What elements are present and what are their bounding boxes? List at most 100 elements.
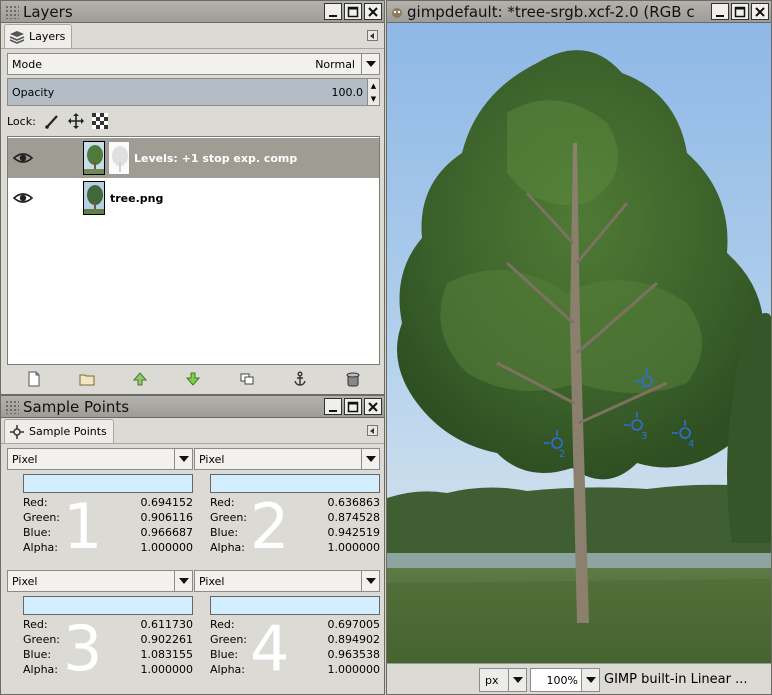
anchor-icon bbox=[294, 371, 306, 386]
eye-icon[interactable] bbox=[12, 187, 34, 209]
unit-select[interactable]: px bbox=[479, 668, 527, 692]
layer-row[interactable]: tree.png bbox=[8, 178, 379, 218]
red-value: 0.694152 bbox=[140, 496, 194, 509]
duplicate-layer-button[interactable] bbox=[238, 370, 256, 388]
chevron-down-icon[interactable] bbox=[581, 669, 599, 691]
sample-point-icon bbox=[10, 424, 24, 439]
alpha-value: 1.000000 bbox=[140, 663, 194, 676]
drag-grip-icon[interactable] bbox=[5, 399, 19, 414]
sample-points-window-title: Sample Points bbox=[23, 397, 130, 416]
sample-points-window: Sample Points Sample Points Pixel 1 Red:… bbox=[0, 395, 385, 695]
chevron-down-icon[interactable] bbox=[361, 571, 379, 591]
opacity-spinner[interactable]: Opacity 100.0 ▲ ▼ bbox=[7, 78, 380, 106]
pixel-mode-select[interactable]: Pixel bbox=[194, 570, 380, 592]
lock-alpha-checker-icon[interactable] bbox=[91, 113, 108, 129]
zoom-select[interactable]: 100% bbox=[530, 668, 600, 692]
trash-icon bbox=[346, 372, 360, 387]
tab-layers-label: Layers bbox=[29, 30, 66, 43]
alpha-label: Alpha: bbox=[23, 541, 58, 554]
pixel-mode-select[interactable]: Pixel bbox=[7, 448, 193, 470]
opacity-value: 100.0 bbox=[331, 85, 364, 99]
mode-select[interactable]: Mode Normal bbox=[7, 53, 380, 75]
tab-sample-points[interactable]: Sample Points bbox=[4, 419, 114, 443]
sample-points-tabbar: Sample Points bbox=[1, 418, 384, 444]
red-value: 0.636863 bbox=[327, 496, 381, 509]
new-layer-button[interactable] bbox=[25, 370, 43, 388]
tab-menu-button[interactable] bbox=[367, 425, 378, 436]
red-label: Red: bbox=[23, 618, 48, 631]
image-window: gimpdefault: *tree-srgb.xcf-2.0 (RGB c 1… bbox=[386, 0, 772, 695]
maximize-icon bbox=[347, 6, 359, 17]
pixel-mode-value: Pixel bbox=[199, 452, 225, 466]
spin-up-icon[interactable]: ▲ bbox=[368, 79, 379, 92]
tab-sample-points-label: Sample Points bbox=[29, 425, 107, 438]
layer-name: tree.png bbox=[110, 191, 164, 205]
lock-pixels-brush-icon[interactable] bbox=[44, 113, 60, 129]
sample-point-4: Pixel 4 Red: 0.697005 Green: 0.894902 Blue… bbox=[194, 570, 380, 686]
marker-label-2: 2 bbox=[559, 449, 565, 460]
chevron-down-icon[interactable] bbox=[361, 449, 379, 469]
green-value: 0.902261 bbox=[140, 633, 194, 646]
color-swatch[interactable] bbox=[210, 596, 380, 615]
anchor-layer-button[interactable] bbox=[291, 370, 309, 388]
pixel-mode-select[interactable]: Pixel bbox=[194, 448, 380, 470]
close-icon bbox=[368, 6, 378, 17]
minimize-icon bbox=[329, 14, 337, 17]
chevron-down-icon[interactable] bbox=[174, 449, 192, 469]
arrow-down-icon bbox=[186, 372, 201, 386]
layer-actions-bar bbox=[7, 367, 380, 391]
chevron-down-icon[interactable] bbox=[174, 571, 192, 591]
maximize-button[interactable] bbox=[731, 3, 749, 20]
layers-icon bbox=[9, 30, 25, 44]
minimize-button[interactable] bbox=[324, 3, 342, 20]
new-layer-group-button[interactable] bbox=[78, 370, 96, 388]
zoom-value: 100% bbox=[546, 673, 578, 687]
marker-label-1: 1 bbox=[640, 380, 646, 391]
maximize-button[interactable] bbox=[344, 398, 362, 415]
eye-icon[interactable] bbox=[12, 147, 34, 169]
minimize-button[interactable] bbox=[711, 3, 729, 20]
blue-label: Blue: bbox=[23, 648, 52, 661]
pixel-mode-value: Pixel bbox=[12, 574, 38, 588]
maximize-button[interactable] bbox=[344, 3, 362, 20]
spin-down-icon[interactable]: ▼ bbox=[368, 92, 379, 105]
close-icon bbox=[755, 6, 765, 17]
sample-points-titlebar[interactable]: Sample Points bbox=[1, 396, 384, 418]
delete-layer-button[interactable] bbox=[344, 370, 362, 388]
pixel-mode-select[interactable]: Pixel bbox=[7, 570, 193, 592]
tab-menu-button[interactable] bbox=[367, 30, 378, 41]
green-label: Green: bbox=[210, 633, 248, 646]
folder-icon bbox=[79, 374, 95, 386]
lock-position-move-icon[interactable] bbox=[67, 113, 84, 129]
raise-layer-button[interactable] bbox=[131, 370, 149, 388]
layer-thumbnail bbox=[83, 181, 105, 215]
opacity-label: Opacity bbox=[12, 85, 55, 99]
layer-thumbnail bbox=[83, 141, 105, 175]
layers-titlebar[interactable]: Layers bbox=[1, 1, 384, 23]
gimp-app-icon bbox=[392, 7, 402, 18]
drag-grip-icon[interactable] bbox=[5, 4, 19, 19]
close-button[interactable] bbox=[751, 3, 769, 20]
image-titlebar[interactable]: gimpdefault: *tree-srgb.xcf-2.0 (RGB c bbox=[387, 1, 771, 23]
unit-value: px bbox=[485, 673, 499, 687]
minimize-button[interactable] bbox=[324, 398, 342, 415]
layer-row[interactable]: Levels: +1 stop exp. comp bbox=[8, 138, 379, 178]
tab-layers[interactable]: Layers bbox=[4, 24, 73, 48]
chevron-down-icon[interactable] bbox=[508, 669, 526, 691]
close-button[interactable] bbox=[364, 398, 382, 415]
color-swatch[interactable] bbox=[23, 596, 193, 615]
minimize-icon bbox=[329, 409, 337, 412]
red-label: Red: bbox=[210, 496, 235, 509]
color-swatch[interactable] bbox=[23, 474, 193, 493]
close-button[interactable] bbox=[364, 3, 382, 20]
lower-layer-button[interactable] bbox=[184, 370, 202, 388]
green-label: Green: bbox=[23, 511, 61, 524]
alpha-value: 1.000000 bbox=[327, 663, 381, 676]
image-canvas[interactable]: 1 2 3 4 bbox=[387, 23, 771, 663]
red-value: 0.697005 bbox=[327, 618, 381, 631]
blue-value: 0.963538 bbox=[327, 648, 381, 661]
chevron-down-icon[interactable] bbox=[361, 54, 379, 74]
green-value: 0.874528 bbox=[327, 511, 381, 524]
color-swatch[interactable] bbox=[210, 474, 380, 493]
green-label: Green: bbox=[23, 633, 61, 646]
